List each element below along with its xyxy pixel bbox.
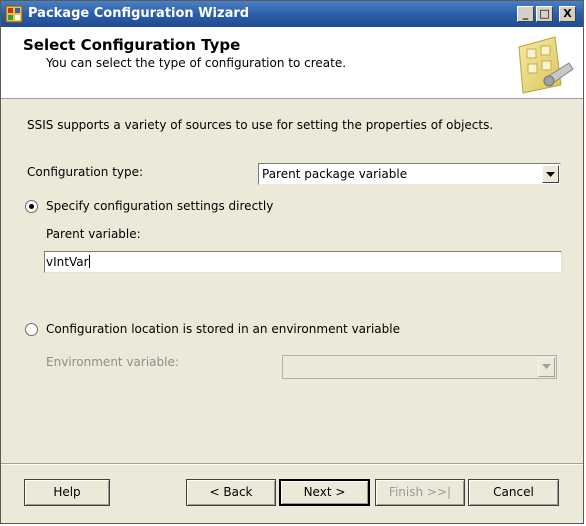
back-button[interactable]: < Back (186, 479, 276, 506)
window-title: Package Configuration Wizard (28, 6, 250, 21)
title-bar[interactable]: Package Configuration Wizard _ □ X (1, 1, 583, 27)
configuration-type-value: Parent package variable (262, 167, 408, 181)
parent-variable-input[interactable]: vIntVar (44, 251, 562, 273)
description-text: SSIS supports a variety of sources to us… (27, 118, 494, 132)
environment-variable-radio[interactable] (25, 323, 38, 336)
specify-directly-radio[interactable] (25, 200, 38, 213)
chevron-down-icon[interactable] (538, 357, 555, 377)
finish-button[interactable]: Finish >>| (375, 479, 465, 506)
next-button[interactable]: Next > (279, 479, 370, 506)
help-button[interactable]: Help (24, 479, 110, 506)
environment-variable-label: Environment variable: (46, 355, 179, 369)
wizard-body: SSIS supports a variety of sources to us… (1, 100, 583, 470)
maximize-button[interactable]: □ (536, 6, 553, 22)
configuration-type-label: Configuration type: (27, 165, 144, 179)
specify-directly-label[interactable]: Specify configuration settings directly (46, 199, 273, 213)
footer-divider (1, 463, 583, 465)
parent-variable-label: Parent variable: (46, 227, 141, 241)
page-subtitle: You can select the type of configuration… (46, 56, 347, 70)
wizard-app-icon (5, 5, 23, 23)
page-title: Select Configuration Type (23, 36, 241, 54)
configuration-type-dropdown[interactable]: Parent package variable (258, 163, 561, 185)
wizard-graphic-icon (511, 33, 575, 95)
wizard-header: Select Configuration Type You can select… (1, 27, 583, 99)
radio-selected-dot (29, 204, 34, 209)
cancel-button[interactable]: Cancel (468, 479, 559, 506)
wizard-window: Package Configuration Wizard _ □ X Selec… (0, 0, 584, 524)
minimize-button[interactable]: _ (517, 6, 534, 22)
environment-variable-radio-label[interactable]: Configuration location is stored in an e… (46, 322, 400, 336)
parent-variable-value: vIntVar (46, 255, 89, 269)
chevron-down-icon[interactable] (542, 165, 559, 183)
environment-variable-dropdown[interactable] (282, 355, 557, 379)
text-caret (88, 255, 90, 268)
close-button[interactable]: X (559, 6, 576, 22)
